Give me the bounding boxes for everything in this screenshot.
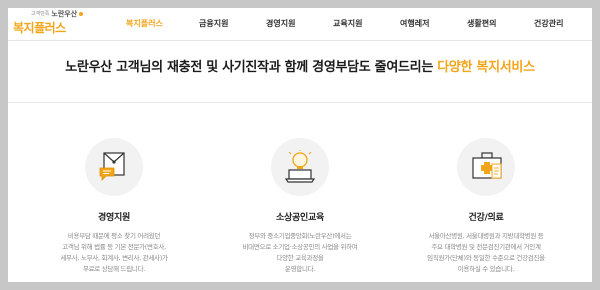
main-nav: 복지플러스 금융지원 경영지원 교육지원 여행레저 생활편의 건강관리 [126, 8, 592, 40]
logo-umbrella-icon [79, 12, 84, 16]
logo[interactable]: 고객만족 노란우산 복지플러스 [11, 11, 84, 35]
card-icon-circle [457, 138, 515, 196]
lightbulb-laptop-icon [284, 150, 316, 183]
nav-item-education-support[interactable]: 교육지원 [333, 18, 362, 29]
card-title: 경영지원 [98, 213, 130, 223]
nav-item-living-convenience[interactable]: 생활편의 [467, 18, 496, 29]
card-description: 비용부담 때문에 평소 찾기 어려웠던 고객님 위해 법률 등 기본 전문가(변… [60, 232, 168, 273]
card-title: 소상공인교육 [276, 213, 324, 223]
hero-heading: 노란우산 고객님의 재충전 및 사기진작과 함께 경영부담도 줄여드리는 다양한… [8, 56, 592, 75]
logo-brand-name: 노란우산 [51, 10, 78, 18]
document-chat-icon [99, 152, 125, 181]
card-icon-circle [85, 138, 143, 196]
card-icon-circle [271, 138, 329, 196]
top-navigation-bar: 고객만족 노란우산 복지플러스 복지플러스 금융지원 경영지원 교육지원 여행레… [8, 8, 592, 41]
card-title: 건강/의료 [468, 213, 504, 223]
card-description: 정부와 중소기업중앙회(노란우산)에서는 비대면으로 소기업·소상공인의 사업을… [242, 232, 358, 273]
logo-tagline: 고객만족 노란우산 [31, 10, 84, 18]
card-description: 서울아산병원, 서울대병원과 지방대학병원 등 주요 대학병원 및 전문검진기관… [427, 232, 545, 273]
nav-item-travel-leisure[interactable]: 여행레저 [400, 18, 429, 29]
section-divider [8, 102, 592, 103]
medical-kit-icon [472, 152, 502, 179]
service-card-management[interactable]: 경영지원 비용부담 때문에 평소 찾기 어려웠던 고객님 위해 법률 등 기본 … [29, 138, 199, 275]
logo-title: 복지플러스 [13, 21, 66, 35]
logo-tagline-prefix: 고객만족 [31, 11, 50, 17]
service-card-health[interactable]: 건강/의료 서울아산병원, 서울대병원과 지방대학병원 등 주요 대학병원 및 … [401, 138, 571, 275]
nav-item-financial-support[interactable]: 금융지원 [199, 18, 228, 29]
service-card-education[interactable]: 소상공인교육 정부와 중소기업중앙회(노란우산)에서는 비대면으로 소기업·소상… [215, 138, 385, 275]
nav-item-welfare-plus[interactable]: 복지플러스 [126, 18, 163, 29]
nav-item-management-support[interactable]: 경영지원 [266, 18, 295, 29]
hero-text: 노란우산 고객님의 재충전 및 사기진작과 함께 경영부담도 줄여드리는 [65, 60, 438, 75]
nav-item-health-care[interactable]: 건강관리 [534, 18, 563, 29]
page: 고객만족 노란우산 복지플러스 복지플러스 금융지원 경영지원 교육지원 여행레… [8, 8, 592, 282]
hero-accent-text: 다양한 복지서비스 [437, 60, 535, 75]
